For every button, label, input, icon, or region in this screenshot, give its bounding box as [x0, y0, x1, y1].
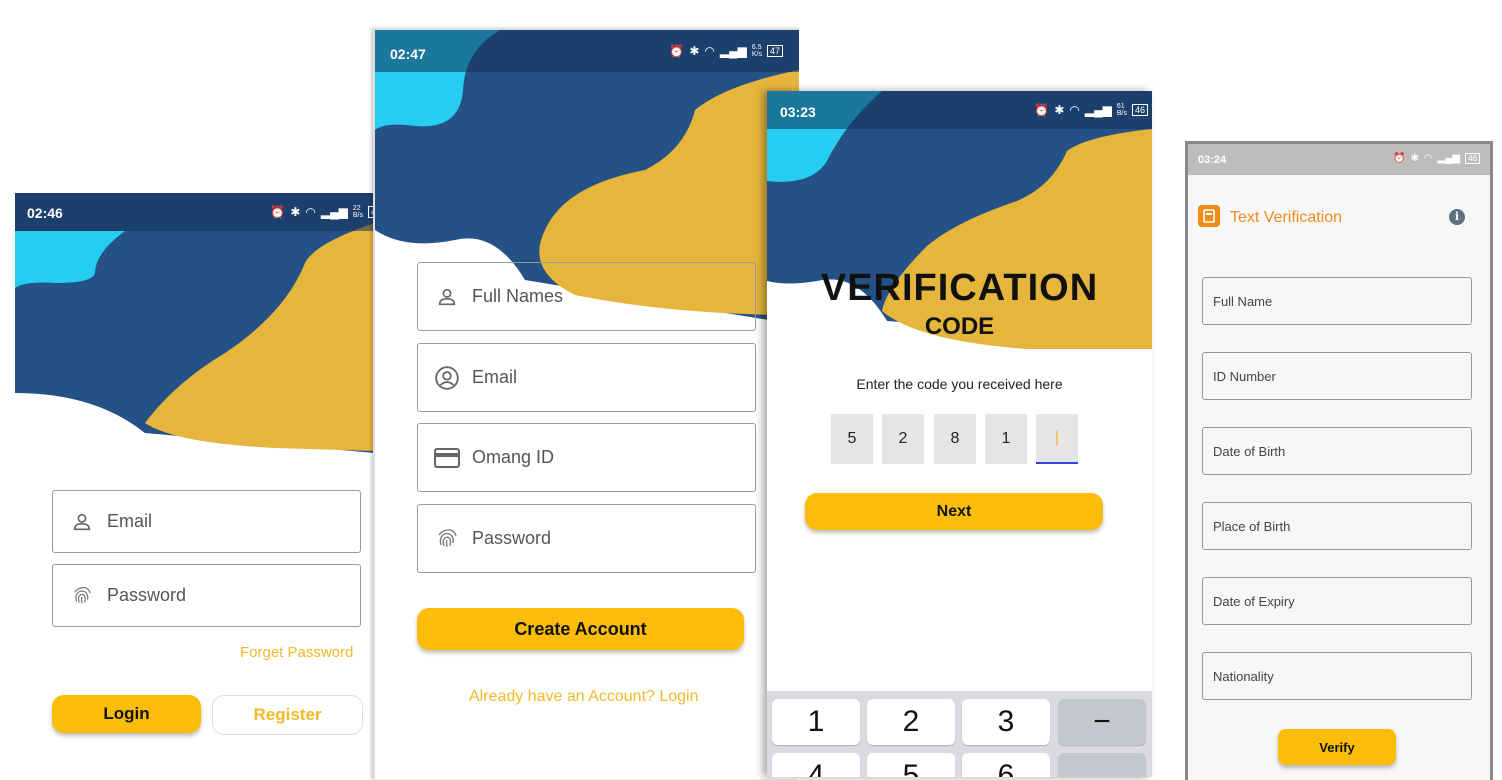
next-button[interactable]: Next: [805, 493, 1103, 530]
omang-id-field[interactable]: Omang ID: [417, 423, 756, 492]
register-button[interactable]: Register: [212, 695, 363, 735]
status-icons: ⏰ ✱ ◠ ▂▄▆ 61 B/s 46: [1034, 103, 1148, 117]
status-bar: 02:47 ⏰ ✱ ◠ ▂▄▆ 6.5 K/s 47: [375, 30, 799, 72]
password-label: Password: [107, 585, 187, 605]
verify-button[interactable]: Verify: [1278, 729, 1396, 765]
nationality-field[interactable]: Nationality: [1202, 652, 1472, 700]
info-icon[interactable]: i: [1449, 209, 1465, 225]
credit-card-icon: [434, 445, 460, 471]
login-link[interactable]: Already have an Account? Login: [469, 688, 699, 706]
header-wave: [15, 193, 375, 453]
key-4[interactable]: 4: [772, 753, 860, 777]
signal-icon: ▂▄▆: [1084, 103, 1112, 117]
full-names-field[interactable]: Full Names: [417, 262, 756, 331]
place-of-birth-field[interactable]: Place of Birth: [1202, 502, 1472, 550]
battery-icon: 46: [1131, 104, 1148, 116]
key-dot[interactable]: .: [1058, 753, 1146, 777]
alarm-icon: ⏰: [669, 44, 685, 58]
signal-icon: ▂▄▆: [1437, 153, 1461, 164]
email-label: Email: [107, 511, 153, 531]
key-3[interactable]: 3: [962, 699, 1050, 745]
password-label: Password: [472, 528, 552, 548]
alarm-icon: ⏰: [1393, 153, 1406, 164]
create-account-button[interactable]: Create Account: [417, 608, 744, 650]
key-1[interactable]: 1: [772, 699, 860, 745]
code-digit-2[interactable]: 2: [882, 414, 924, 464]
speed-text: 22 B/s: [352, 205, 363, 219]
code-digit-5[interactable]: |: [1036, 414, 1078, 464]
page-subtitle: CODE: [924, 313, 995, 340]
key-5[interactable]: 5: [867, 753, 955, 777]
app-logo-icon: [1198, 205, 1220, 227]
email-field[interactable]: Email: [417, 343, 756, 412]
password-field[interactable]: Password: [52, 564, 361, 627]
omang-id-label: Omang ID: [472, 447, 555, 467]
instruction-text: Enter the code you received here: [856, 376, 1063, 392]
numeric-keyboard: 1 2 3 − 4 5 6 .: [767, 691, 1152, 777]
wifi-icon: ◠: [1423, 153, 1433, 164]
fingerprint-icon: [69, 583, 95, 609]
status-time: 02:47: [390, 46, 426, 62]
key-minus[interactable]: −: [1058, 699, 1146, 745]
wifi-icon: ◠: [1069, 103, 1080, 117]
header-wave: [767, 91, 1152, 351]
register-screen: 02:47 ⏰ ✱ ◠ ▂▄▆ 6.5 K/s 47 Full Names Em…: [373, 28, 799, 779]
full-names-label: Full Names: [472, 286, 564, 306]
status-time: 03:24: [1198, 154, 1227, 166]
code-digit-3[interactable]: 8: [934, 414, 976, 464]
wifi-icon: ◠: [704, 44, 715, 58]
text-verification-screen: 03:24 ⏰ ✱ ◠ ▂▄▆ 46 Text Verification i F…: [1185, 141, 1493, 780]
verification-screen: 03:23 ⏰ ✱ ◠ ▂▄▆ 61 B/s 46 VERIFICATION C…: [767, 91, 1152, 777]
email-field[interactable]: Email: [52, 490, 361, 553]
bluetooth-icon: ✱: [689, 44, 700, 58]
person-icon: [69, 509, 95, 535]
status-bar: 03:24 ⏰ ✱ ◠ ▂▄▆ 46: [1188, 144, 1490, 175]
bluetooth-icon: ✱: [1410, 153, 1419, 164]
status-bar: 03:23 ⏰ ✱ ◠ ▂▄▆ 61 B/s 46: [767, 91, 1152, 129]
fingerprint-icon: [434, 526, 460, 552]
app-title: Text Verification: [1230, 209, 1343, 226]
account-circle-icon: [434, 365, 460, 391]
speed-text: 6.5 K/s: [751, 44, 762, 58]
key-6[interactable]: 6: [962, 753, 1050, 777]
date-of-birth-field[interactable]: Date of Birth: [1202, 427, 1472, 475]
signal-icon: ▂▄▆: [320, 205, 348, 219]
code-digit-4[interactable]: 1: [985, 414, 1027, 464]
status-icons: ⏰ ✱ ◠ ▂▄▆ 46: [1393, 153, 1480, 164]
wifi-icon: ◠: [305, 205, 316, 219]
code-digit-1[interactable]: 5: [831, 414, 873, 464]
battery-icon: 46: [1465, 153, 1480, 164]
login-button[interactable]: Login: [52, 695, 201, 733]
status-time: 02:46: [27, 205, 63, 221]
date-of-expiry-field[interactable]: Date of Expiry: [1202, 577, 1472, 625]
key-2[interactable]: 2: [867, 699, 955, 745]
email-label: Email: [472, 367, 518, 387]
battery-icon: 47: [766, 45, 783, 57]
status-time: 03:23: [780, 104, 816, 120]
bluetooth-icon: ✱: [290, 205, 301, 219]
page-title: VERIFICATION: [820, 267, 1099, 309]
login-screen: 02:46 ⏰ ✱ ◠ ▂▄▆ 22 B/s 4 Email Password …: [15, 193, 375, 777]
alarm-icon: ⏰: [270, 205, 286, 219]
signal-icon: ▂▄▆: [719, 44, 747, 58]
bluetooth-icon: ✱: [1054, 103, 1065, 117]
status-bar: 02:46 ⏰ ✱ ◠ ▂▄▆ 22 B/s 4: [15, 193, 375, 231]
full-name-field[interactable]: Full Name: [1202, 277, 1472, 325]
alarm-icon: ⏰: [1034, 103, 1050, 117]
status-icons: ⏰ ✱ ◠ ▂▄▆ 22 B/s 4: [270, 205, 375, 219]
id-number-field[interactable]: ID Number: [1202, 352, 1472, 400]
status-icons: ⏰ ✱ ◠ ▂▄▆ 6.5 K/s 47: [669, 44, 783, 58]
speed-text: 61 B/s: [1116, 103, 1127, 117]
password-field[interactable]: Password: [417, 504, 756, 573]
person-icon: [434, 284, 460, 310]
forget-password-link[interactable]: Forget Password: [240, 644, 353, 661]
